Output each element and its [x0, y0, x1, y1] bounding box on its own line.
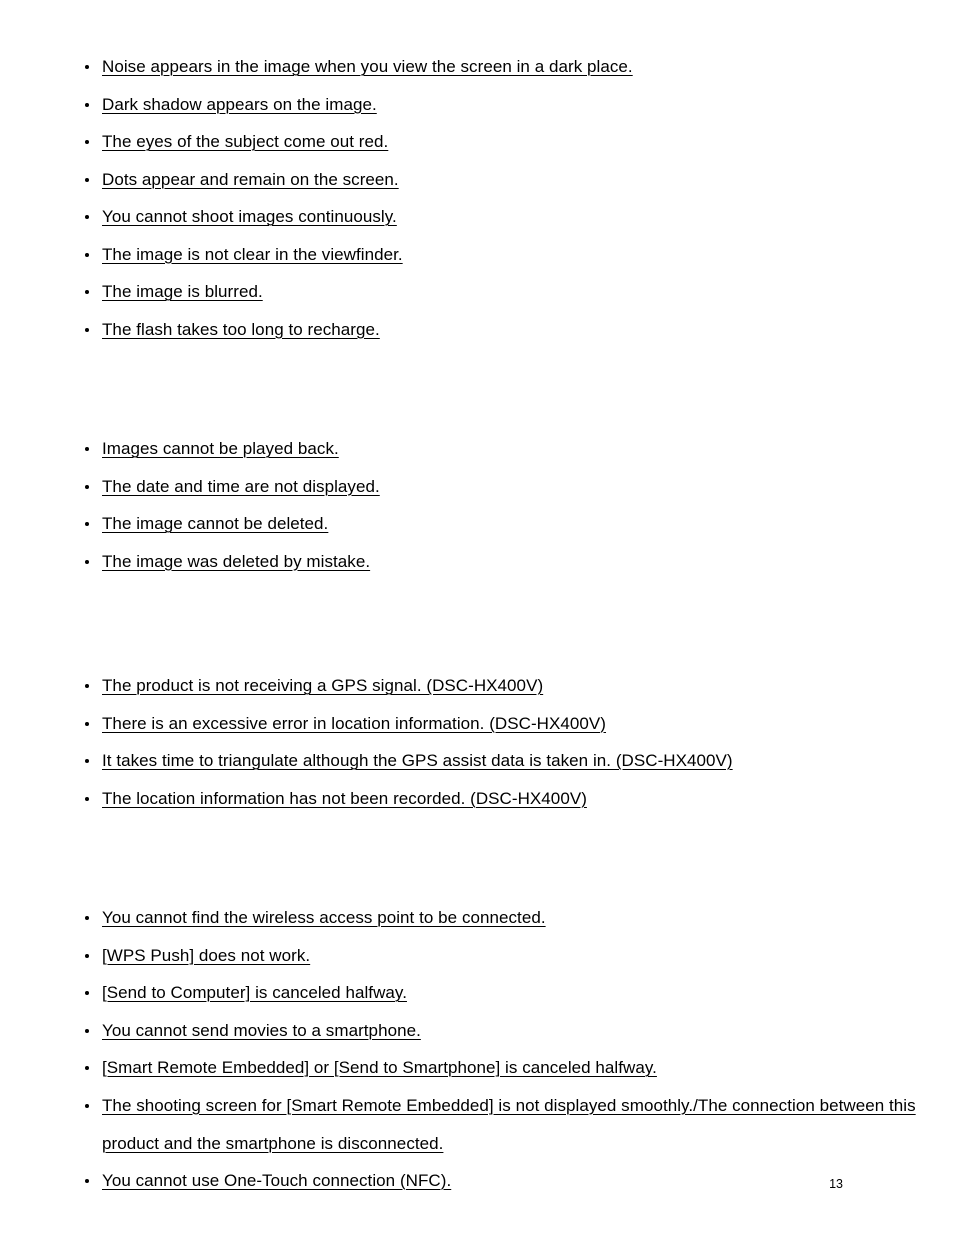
toc-link[interactable]: The date and time are not displayed. [102, 477, 380, 496]
list-item[interactable]: You cannot use One-Touch connection (NFC… [0, 1162, 954, 1200]
link-list-viewing: Images cannot be played back. The date a… [0, 430, 954, 580]
link-list-gps: The product is not receiving a GPS signa… [0, 667, 954, 817]
toc-link[interactable]: The eyes of the subject come out red. [102, 132, 388, 151]
list-item[interactable]: Dark shadow appears on the image. [0, 86, 954, 124]
section-wifi: You cannot find the wireless access poin… [0, 899, 954, 1199]
list-item[interactable]: Noise appears in the image when you view… [0, 48, 954, 86]
list-item[interactable]: Dots appear and remain on the screen. [0, 161, 954, 199]
list-item[interactable]: The image cannot be deleted. [0, 505, 954, 543]
toc-link[interactable]: You cannot shoot images continuously. [102, 207, 397, 226]
list-item[interactable]: The image was deleted by mistake. [0, 543, 954, 581]
list-item[interactable]: The image is not clear in the viewfinder… [0, 236, 954, 274]
toc-link[interactable]: It takes time to triangulate although th… [102, 751, 733, 770]
toc-link[interactable]: There is an excessive error in location … [102, 714, 606, 733]
toc-link[interactable]: The image is not clear in the viewfinder… [102, 245, 403, 264]
toc-link[interactable]: The image was deleted by mistake. [102, 552, 370, 571]
toc-link[interactable]: You cannot find the wireless access poin… [102, 908, 546, 927]
list-item[interactable]: The location information has not been re… [0, 780, 954, 818]
toc-link[interactable]: Dark shadow appears on the image. [102, 95, 377, 114]
link-list-wifi: You cannot find the wireless access poin… [0, 899, 954, 1199]
toc-link[interactable]: Images cannot be played back. [102, 439, 339, 458]
toc-link[interactable]: The flash takes too long to recharge. [102, 320, 380, 339]
toc-link[interactable]: You cannot use One-Touch connection (NFC… [102, 1171, 451, 1190]
document-page: Noise appears in the image when you view… [0, 0, 954, 1235]
link-list-shooting: Noise appears in the image when you view… [0, 48, 954, 348]
page-content: Noise appears in the image when you view… [0, 0, 954, 1199]
section-viewing: Images cannot be played back. The date a… [0, 430, 954, 580]
list-item[interactable]: The flash takes too long to recharge. [0, 311, 954, 349]
list-item[interactable]: It takes time to triangulate although th… [0, 742, 954, 780]
top-spacer [0, 0, 954, 48]
section-gps: The product is not receiving a GPS signa… [0, 667, 954, 817]
toc-link[interactable]: [Smart Remote Embedded] or [Send to Smar… [102, 1058, 657, 1077]
list-item[interactable]: There is an excessive error in location … [0, 705, 954, 743]
section-shooting: Noise appears in the image when you view… [0, 48, 954, 348]
list-item[interactable]: The shooting screen for [Smart Remote Em… [0, 1087, 954, 1162]
list-item[interactable]: The image is blurred. [0, 273, 954, 311]
toc-link[interactable]: Dots appear and remain on the screen. [102, 170, 399, 189]
toc-link[interactable]: [WPS Push] does not work. [102, 946, 310, 965]
toc-link[interactable]: The image cannot be deleted. [102, 514, 328, 533]
toc-link[interactable]: The product is not receiving a GPS signa… [102, 676, 543, 695]
list-item[interactable]: The product is not receiving a GPS signa… [0, 667, 954, 705]
list-item[interactable]: You cannot find the wireless access poin… [0, 899, 954, 937]
list-item[interactable]: You cannot shoot images continuously. [0, 198, 954, 236]
list-item[interactable]: The eyes of the subject come out red. [0, 123, 954, 161]
toc-link[interactable]: [Send to Computer] is canceled halfway. [102, 983, 407, 1002]
toc-link[interactable]: The shooting screen for [Smart Remote Em… [102, 1096, 916, 1154]
toc-link[interactable]: The location information has not been re… [102, 789, 587, 808]
list-item[interactable]: The date and time are not displayed. [0, 468, 954, 506]
list-item[interactable]: [Smart Remote Embedded] or [Send to Smar… [0, 1049, 954, 1087]
toc-link[interactable]: You cannot send movies to a smartphone. [102, 1021, 421, 1040]
toc-link[interactable]: The image is blurred. [102, 282, 263, 301]
page-number: 13 [829, 1177, 843, 1191]
list-item[interactable]: Images cannot be played back. [0, 430, 954, 468]
list-item[interactable]: [Send to Computer] is canceled halfway. [0, 974, 954, 1012]
list-item[interactable]: [WPS Push] does not work. [0, 937, 954, 975]
list-item[interactable]: You cannot send movies to a smartphone. [0, 1012, 954, 1050]
toc-link[interactable]: Noise appears in the image when you view… [102, 57, 633, 76]
